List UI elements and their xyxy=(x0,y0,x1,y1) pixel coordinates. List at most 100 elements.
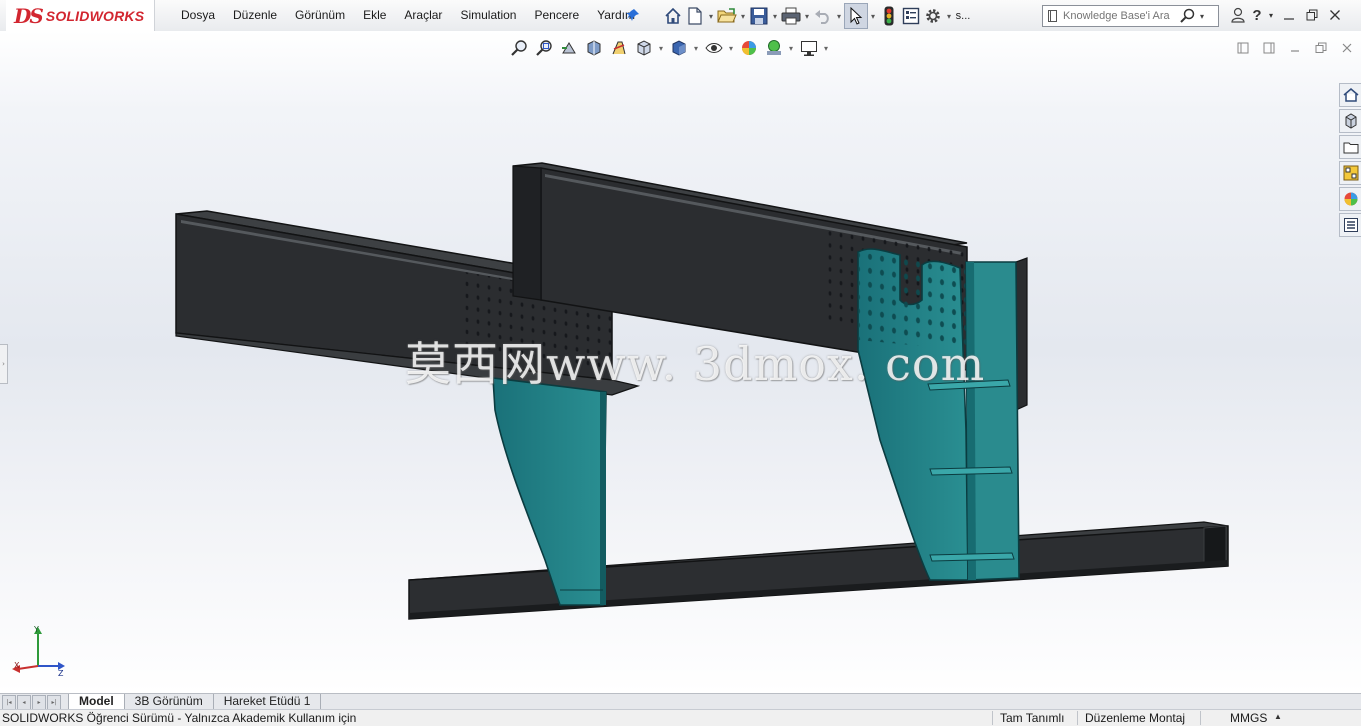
view-settings-icon[interactable] xyxy=(796,37,821,59)
triad-y-label: Y xyxy=(33,625,39,634)
triad-x-label: X xyxy=(14,661,20,670)
view-orientation-icon[interactable] xyxy=(631,37,656,59)
menu-gorunum[interactable]: Görünüm xyxy=(286,0,354,31)
print-dropdown-icon[interactable]: ▾ xyxy=(802,4,812,28)
bracket-left[interactable] xyxy=(492,377,607,606)
first-tab-icon[interactable]: |◂ xyxy=(2,695,16,710)
apply-scene-dropdown-icon[interactable]: ▾ xyxy=(786,44,796,53)
traffic-light-icon[interactable] xyxy=(878,4,900,28)
menu-simulation[interactable]: Simulation xyxy=(451,0,525,31)
menu-dosya[interactable]: Dosya xyxy=(172,0,224,31)
status-divider xyxy=(1200,711,1201,725)
previous-tab-icon[interactable]: ◂ xyxy=(17,695,31,710)
bracket-stiffener-bottom[interactable] xyxy=(929,552,1015,562)
zoom-to-fit-icon[interactable] xyxy=(506,37,531,59)
hide-show-icon[interactable] xyxy=(701,37,726,59)
tab-navigation: |◂ ◂ ▸ ▸| xyxy=(2,695,62,710)
dynamic-annotation-icon[interactable] xyxy=(606,37,631,59)
feature-manager-collapse-handle[interactable]: › xyxy=(0,344,8,384)
tab-3d-views[interactable]: 3B Görünüm xyxy=(124,694,214,710)
select-pointer-icon[interactable] xyxy=(844,3,868,29)
minimize-document-icon[interactable] xyxy=(1282,40,1308,56)
toolbar-overflow-label[interactable]: s... xyxy=(954,4,972,28)
zoom-to-area-icon[interactable] xyxy=(531,37,556,59)
document-window-controls xyxy=(1230,40,1360,56)
search-dropdown-icon[interactable]: ▾ xyxy=(1200,12,1204,21)
last-tab-icon[interactable]: ▸| xyxy=(47,695,61,710)
display-style-icon[interactable] xyxy=(666,37,691,59)
restore-document-icon[interactable] xyxy=(1308,40,1334,56)
minimize-window-icon[interactable] xyxy=(1277,4,1300,26)
new-document-icon[interactable] xyxy=(684,4,706,28)
undo-icon[interactable] xyxy=(812,4,834,28)
view-palette-icon[interactable] xyxy=(1339,161,1361,185)
save-icon[interactable] xyxy=(748,4,770,28)
knowledge-base-search[interactable]: ▾ xyxy=(1042,5,1219,27)
help-dropdown-icon[interactable]: ▾ xyxy=(1265,4,1277,26)
bracket-right[interactable] xyxy=(857,248,1020,581)
status-divider xyxy=(1077,711,1078,725)
unit-system-selector[interactable]: MMGS xyxy=(1230,711,1267,725)
options-gear-icon[interactable] xyxy=(922,4,944,28)
knowledge-base-icon xyxy=(1048,10,1057,22)
display-style-dropdown-icon[interactable]: ▾ xyxy=(691,44,701,53)
status-license-text: SOLIDWORKS Öğrenci Sürümü - Yalnızca Aka… xyxy=(2,711,357,725)
user-icon[interactable] xyxy=(1226,4,1249,26)
search-icon[interactable] xyxy=(1179,8,1197,24)
menu-duzenle[interactable]: Düzenle xyxy=(224,0,286,31)
custom-properties-icon[interactable] xyxy=(1339,213,1361,237)
close-window-icon[interactable] xyxy=(1323,4,1346,26)
restore-window-icon[interactable] xyxy=(1300,4,1323,26)
tab-motion-study[interactable]: Hareket Etüdü 1 xyxy=(213,694,322,710)
graphics-area[interactable]: 莫西网www. 3dmox. com Y X Z › xyxy=(0,31,1361,693)
model-tabs-bar: |◂ ◂ ▸ ▸| Model 3B Görünüm Hareket Etüdü… xyxy=(0,693,1361,710)
menu-ekle[interactable]: Ekle xyxy=(354,0,395,31)
menu-pencere[interactable]: Pencere xyxy=(525,0,588,31)
undo-dropdown-icon[interactable]: ▾ xyxy=(834,4,844,28)
status-definition: Tam Tanımlı xyxy=(1000,711,1065,725)
main-toolbar: ▾ ▾ ▾ ▾ ▾ ▾ ▾ s... xyxy=(662,3,972,29)
task-pane-tabs xyxy=(1339,83,1361,239)
view-settings-dropdown-icon[interactable]: ▾ xyxy=(821,44,831,53)
section-view-icon[interactable] xyxy=(581,37,606,59)
watermark-text: 莫西网www. 3dmox. com xyxy=(405,337,986,391)
menu-araclar[interactable]: Araçlar xyxy=(395,0,451,31)
close-document-icon[interactable] xyxy=(1334,40,1360,56)
select-dropdown-icon[interactable]: ▾ xyxy=(868,4,878,28)
open-folder-icon[interactable] xyxy=(716,4,738,28)
tab-strip: Model 3B Görünüm Hareket Etüdü 1 xyxy=(68,694,322,710)
bottom-tube[interactable] xyxy=(408,521,1229,620)
appearances-icon[interactable] xyxy=(1339,187,1361,211)
tab-model[interactable]: Model xyxy=(68,694,125,710)
apply-scene-icon[interactable] xyxy=(761,37,786,59)
new-document-dropdown-icon[interactable]: ▾ xyxy=(706,4,716,28)
home-icon[interactable] xyxy=(662,4,684,28)
view-orientation-dropdown-icon[interactable]: ▾ xyxy=(656,44,666,53)
hide-show-dropdown-icon[interactable]: ▾ xyxy=(726,44,736,53)
next-tab-icon[interactable]: ▸ xyxy=(32,695,46,710)
pin-menu-icon[interactable] xyxy=(626,8,640,26)
design-library-icon[interactable] xyxy=(1339,109,1361,133)
status-divider xyxy=(992,711,993,725)
status-editing-mode: Düzenleme Montaj xyxy=(1085,711,1186,725)
previous-view-icon[interactable] xyxy=(556,37,581,59)
brand-name: SOLIDWORKS xyxy=(45,7,145,24)
window-controls: ? ▾ xyxy=(1226,4,1346,26)
search-input[interactable] xyxy=(1063,10,1177,22)
open-dropdown-icon[interactable]: ▾ xyxy=(738,4,748,28)
tile-left-icon[interactable] xyxy=(1230,40,1256,56)
unit-system-arrow-icon[interactable]: ▲ xyxy=(1274,712,1282,721)
help-icon[interactable]: ? xyxy=(1249,4,1265,26)
triad-z-label: Z xyxy=(58,669,64,678)
solidworks-resources-icon[interactable] xyxy=(1339,83,1361,107)
menu-bar: Dosya Düzenle Görünüm Ekle Araçlar Simul… xyxy=(172,0,644,31)
print-icon[interactable] xyxy=(780,4,802,28)
tile-right-icon[interactable] xyxy=(1256,40,1282,56)
options-dropdown-icon[interactable]: ▾ xyxy=(944,4,954,28)
save-dropdown-icon[interactable]: ▾ xyxy=(770,4,780,28)
file-explorer-icon[interactable] xyxy=(1339,135,1361,159)
solidworks-logo[interactable]: DS SOLIDWORKS xyxy=(6,0,155,31)
file-properties-icon[interactable] xyxy=(900,4,922,28)
edit-appearance-icon[interactable] xyxy=(736,37,761,59)
bracket-stiffener-mid[interactable] xyxy=(929,466,1013,476)
